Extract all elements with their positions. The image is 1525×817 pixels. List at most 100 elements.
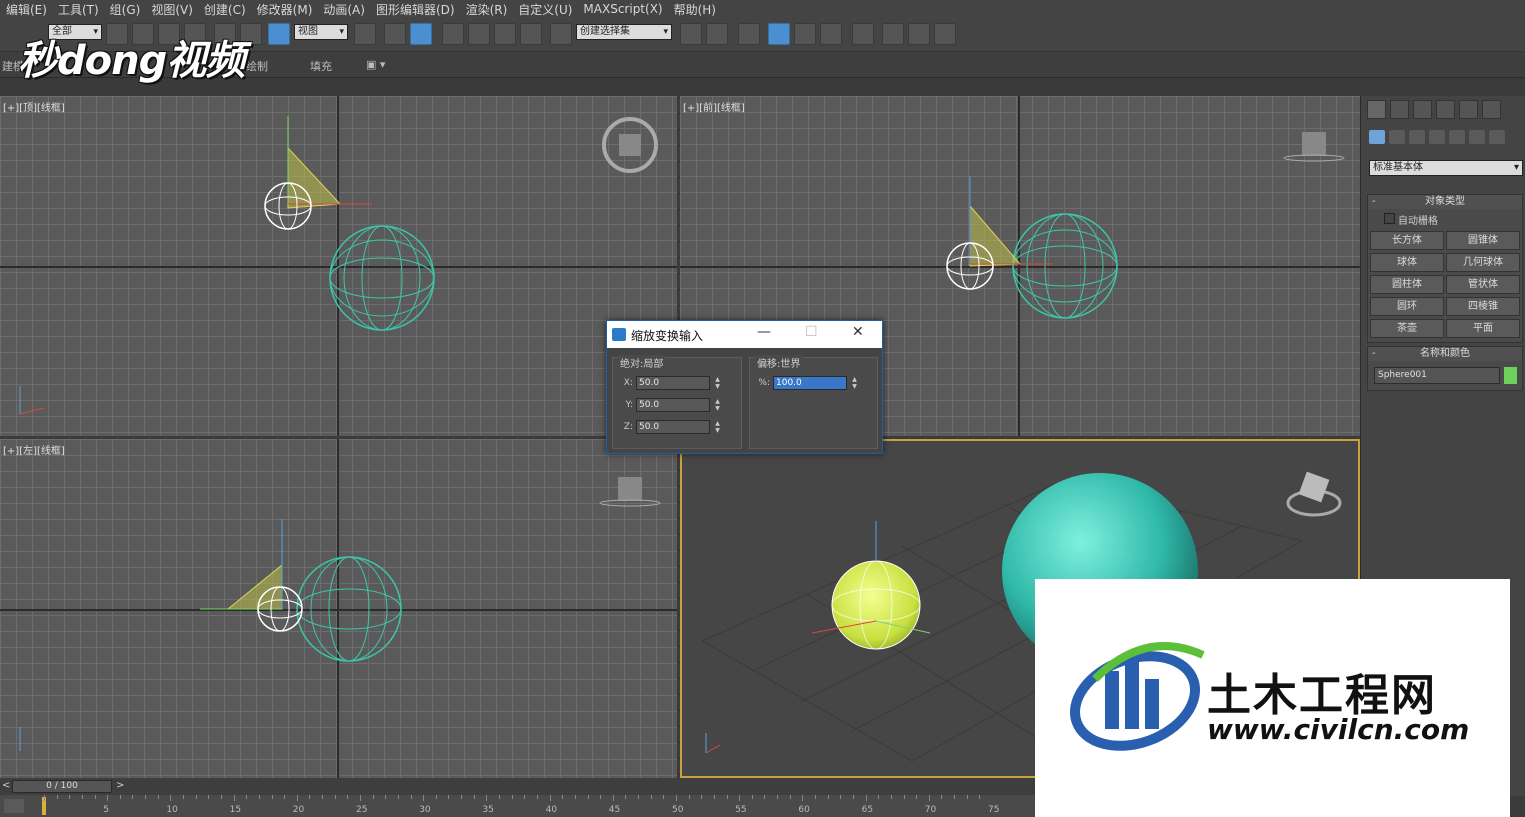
geometry-icon[interactable]: [1369, 130, 1385, 144]
prev-frame-icon[interactable]: <: [2, 780, 10, 791]
menu-item[interactable]: 帮助(H): [672, 1, 725, 18]
rollout-title[interactable]: 名称和颜色: [1368, 347, 1522, 361]
object-color-swatch[interactable]: [1504, 367, 1517, 384]
frame-tick: [461, 795, 463, 799]
material-editor-icon[interactable]: [852, 23, 874, 45]
edit-named-selection-icon[interactable]: [550, 23, 572, 45]
object-type-button[interactable]: 球体: [1370, 253, 1444, 272]
frame-tick: [107, 795, 109, 801]
mirror-icon[interactable]: [680, 23, 702, 45]
time-slider[interactable]: 0 / 100: [12, 780, 112, 793]
menu-item[interactable]: 视图(V): [149, 1, 202, 18]
menu-item[interactable]: 工具(T): [56, 1, 108, 18]
cameras-icon[interactable]: [1429, 130, 1445, 144]
frame-tick: [435, 795, 437, 799]
display-tab-icon[interactable]: [1459, 100, 1478, 119]
ribbon-options-icon[interactable]: ▣ ▾: [366, 58, 385, 71]
object-type-button[interactable]: 茶壶: [1370, 319, 1444, 338]
frame-tick: [499, 795, 501, 799]
viewport-top[interactable]: [+][顶][线框]: [0, 96, 677, 436]
modify-tab-icon[interactable]: [1390, 100, 1409, 119]
object-type-button[interactable]: 圆柱体: [1370, 275, 1444, 294]
object-type-button[interactable]: 圆锥体: [1446, 231, 1520, 250]
menu-item[interactable]: 自定义(U): [516, 1, 581, 18]
ribbon-tab-paint[interactable]: 绘制: [246, 58, 268, 74]
named-selection-set-dropdown[interactable]: 创建选择集: [576, 24, 672, 40]
maximize-icon[interactable]: ☐: [805, 324, 818, 340]
space-warps-icon[interactable]: [1469, 130, 1485, 144]
frame-tick-label: 65: [861, 805, 874, 815]
menu-item[interactable]: 组(G): [108, 1, 150, 18]
object-type-button[interactable]: 平面: [1446, 319, 1520, 338]
minimize-icon[interactable]: —: [757, 324, 771, 340]
frame-tick-label: 10: [166, 805, 178, 815]
snaps-toggle-icon[interactable]: [442, 23, 464, 45]
z-spinner-arrows-icon[interactable]: ▲ ▼: [713, 420, 722, 434]
object-buttons: 长方体 圆锥体 球体 几何球体 圆柱体 管状体 圆环 四棱锥 茶壶 平面: [1368, 227, 1522, 342]
menu-item[interactable]: 修改器(M): [255, 1, 322, 18]
schematic-view-icon[interactable]: [820, 23, 842, 45]
percent-spinner-arrows-icon[interactable]: ▲ ▼: [850, 376, 859, 390]
menu-item[interactable]: 动画(A): [321, 1, 374, 18]
viewport-left[interactable]: [+][左][线框]: [0, 439, 677, 778]
motion-tab-icon[interactable]: [1436, 100, 1455, 119]
keyboard-shortcut-toggle-icon[interactable]: [410, 23, 432, 45]
autogrid-checkbox[interactable]: 自动栅格: [1368, 209, 1522, 227]
x-spinner-arrows-icon[interactable]: ▲ ▼: [713, 376, 722, 390]
geometry-category-dropdown[interactable]: 标准基本体: [1369, 160, 1523, 176]
scale-transform-dialog: 缩放变换输入 — ☐ ✕ 绝对:局部 X: 50.0 ▲ ▼ Y: 50.0 ▲ ▼…: [606, 320, 883, 454]
frame-tick: [600, 795, 602, 799]
object-type-button[interactable]: 管状体: [1446, 275, 1520, 294]
layer-explorer-icon[interactable]: [738, 23, 760, 45]
mini-curve-editor-icon[interactable]: [4, 799, 24, 813]
frame-tick: [220, 795, 222, 799]
menu-item[interactable]: 渲染(R): [464, 1, 517, 18]
object-type-button[interactable]: 长方体: [1370, 231, 1444, 250]
frame-tick-label: 45: [608, 805, 621, 815]
create-tab-icon[interactable]: [1367, 100, 1386, 119]
frame-tick: [372, 795, 374, 799]
y-spinner-arrows-icon[interactable]: ▲ ▼: [713, 398, 722, 412]
pivot-center-icon[interactable]: [354, 23, 376, 45]
z-label: Z:: [623, 422, 633, 432]
utilities-tab-icon[interactable]: [1482, 100, 1501, 119]
close-icon[interactable]: ✕: [852, 324, 864, 340]
object-name-input[interactable]: Sphere001: [1374, 367, 1500, 384]
rendered-frame-window-icon[interactable]: [908, 23, 930, 45]
frame-tick: [638, 795, 640, 799]
menu-item[interactable]: 编辑(E): [4, 1, 56, 18]
rollout-title[interactable]: 对象类型: [1368, 195, 1522, 209]
ribbon-tab-populate[interactable]: 填充: [310, 58, 332, 74]
select-manipulate-icon[interactable]: [384, 23, 406, 45]
systems-icon[interactable]: [1489, 130, 1505, 144]
object-type-button[interactable]: 圆环: [1370, 297, 1444, 316]
menu-item[interactable]: MAXScript(X): [581, 2, 671, 16]
angle-snap-icon[interactable]: [468, 23, 490, 45]
object-type-button[interactable]: 几何球体: [1446, 253, 1520, 272]
frame-tick: [587, 795, 589, 799]
helpers-icon[interactable]: [1449, 130, 1465, 144]
menu-item[interactable]: 图形编辑器(D): [374, 1, 464, 18]
shapes-icon[interactable]: [1389, 130, 1405, 144]
track-bar[interactable]: 5 10 15 20 25 30 35 40 45 50 55 60 65 70 75: [0, 795, 1040, 817]
render-setup-icon[interactable]: [882, 23, 904, 45]
frame-tick-label: 15: [229, 805, 242, 815]
object-type-button[interactable]: 四棱锥: [1446, 297, 1520, 316]
curve-editor-icon[interactable]: [794, 23, 816, 45]
spinner-snap-icon[interactable]: [520, 23, 542, 45]
next-frame-icon[interactable]: >: [116, 780, 124, 791]
percent-scale-input[interactable]: 100.0: [773, 376, 847, 390]
render-production-icon[interactable]: [934, 23, 956, 45]
menu-item[interactable]: 创建(C): [202, 1, 255, 18]
z-scale-input[interactable]: 50.0: [636, 420, 710, 434]
x-scale-input[interactable]: 50.0: [636, 376, 710, 390]
scale-icon[interactable]: [268, 23, 290, 45]
frame-tick: [865, 795, 867, 801]
lights-icon[interactable]: [1409, 130, 1425, 144]
hierarchy-tab-icon[interactable]: [1413, 100, 1432, 119]
percent-snap-icon[interactable]: [494, 23, 516, 45]
reference-coordinate-dropdown[interactable]: 视图: [294, 24, 348, 40]
align-icon[interactable]: [706, 23, 728, 45]
toggle-ribbon-icon[interactable]: [768, 23, 790, 45]
y-scale-input[interactable]: 50.0: [636, 398, 710, 412]
